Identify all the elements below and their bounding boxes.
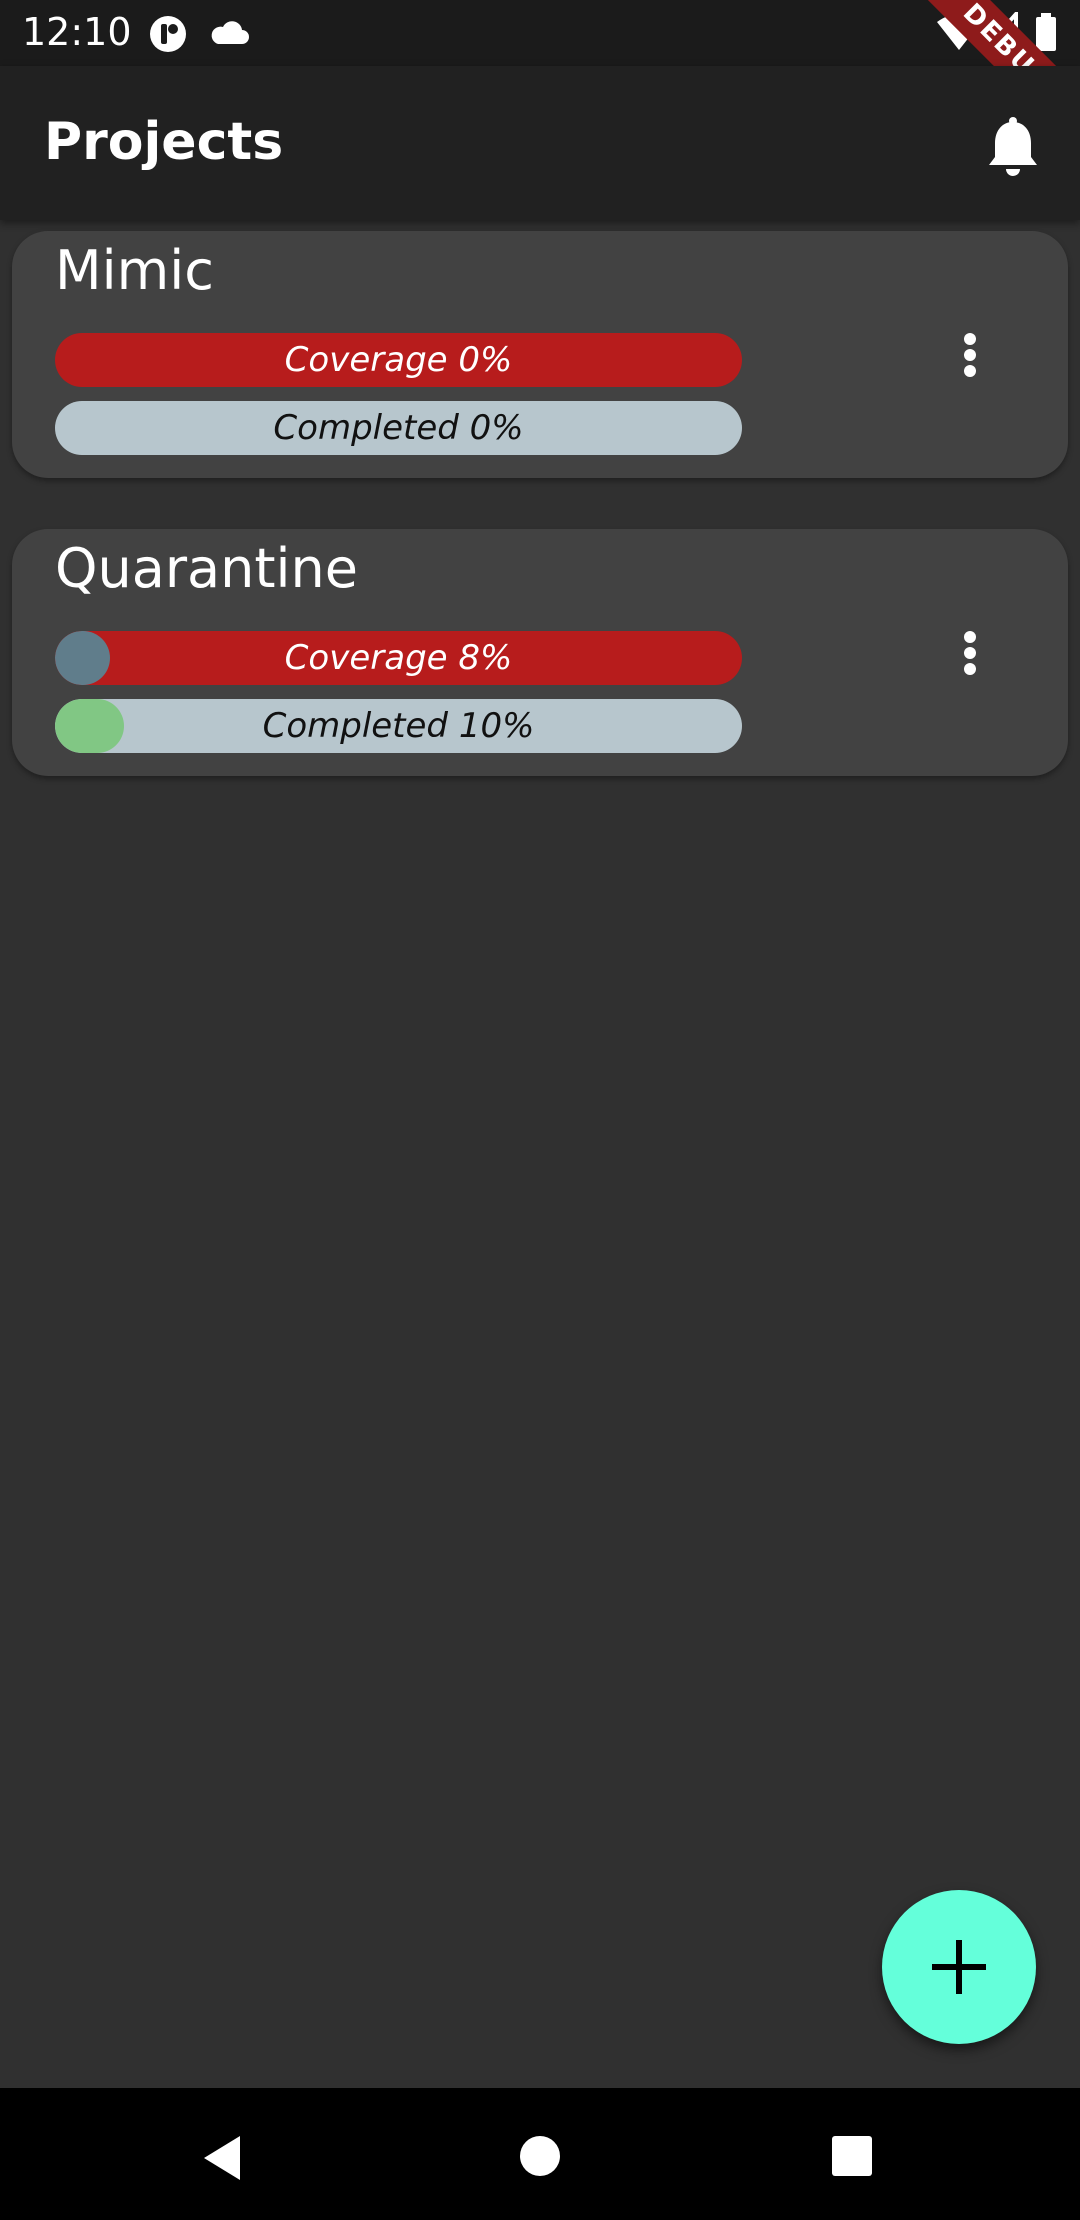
project-menu-button[interactable] [932, 615, 1008, 691]
back-icon[interactable] [196, 2130, 252, 2186]
project-menu-button[interactable] [932, 317, 1008, 393]
app-notification-icon [150, 16, 186, 52]
battery-icon [1036, 13, 1056, 51]
status-bar: 12:10 DEBUG [0, 0, 1080, 167]
completed-progress-bar: Completed 10% [55, 699, 742, 753]
coverage-progress-bar: Coverage 8% [55, 631, 742, 685]
coverage-label: Coverage 8% [284, 638, 513, 678]
status-time: 12:10 [22, 10, 132, 54]
app-bar: Projects [0, 66, 1080, 220]
more-vert-icon [964, 333, 976, 377]
screen: 12:10 DEBUG Projects Mimic Coverage 0% C… [0, 0, 1080, 2220]
home-icon[interactable] [516, 2132, 564, 2180]
add-project-button[interactable] [882, 1890, 1036, 2044]
recents-icon[interactable] [828, 2132, 876, 2180]
bell-icon [989, 117, 1037, 176]
cloud-icon [211, 21, 249, 44]
page-title: Projects [44, 112, 284, 172]
plus-icon [932, 1940, 986, 1994]
project-card[interactable]: Quarantine Coverage 8% Completed 10% [12, 529, 1068, 776]
completed-label: Completed 0% [273, 408, 524, 448]
project-name: Quarantine [55, 537, 358, 600]
more-vert-icon [964, 631, 976, 675]
coverage-progress-bar: Coverage 0% [55, 333, 742, 387]
completed-progress-bar: Completed 0% [55, 401, 742, 455]
completed-label: Completed 10% [262, 706, 535, 746]
navigation-bar [0, 2088, 1080, 2220]
project-card[interactable]: Mimic Coverage 0% Completed 0% [12, 231, 1068, 478]
project-name: Mimic [55, 239, 214, 302]
notifications-button[interactable] [978, 112, 1048, 182]
coverage-label: Coverage 0% [284, 340, 513, 380]
